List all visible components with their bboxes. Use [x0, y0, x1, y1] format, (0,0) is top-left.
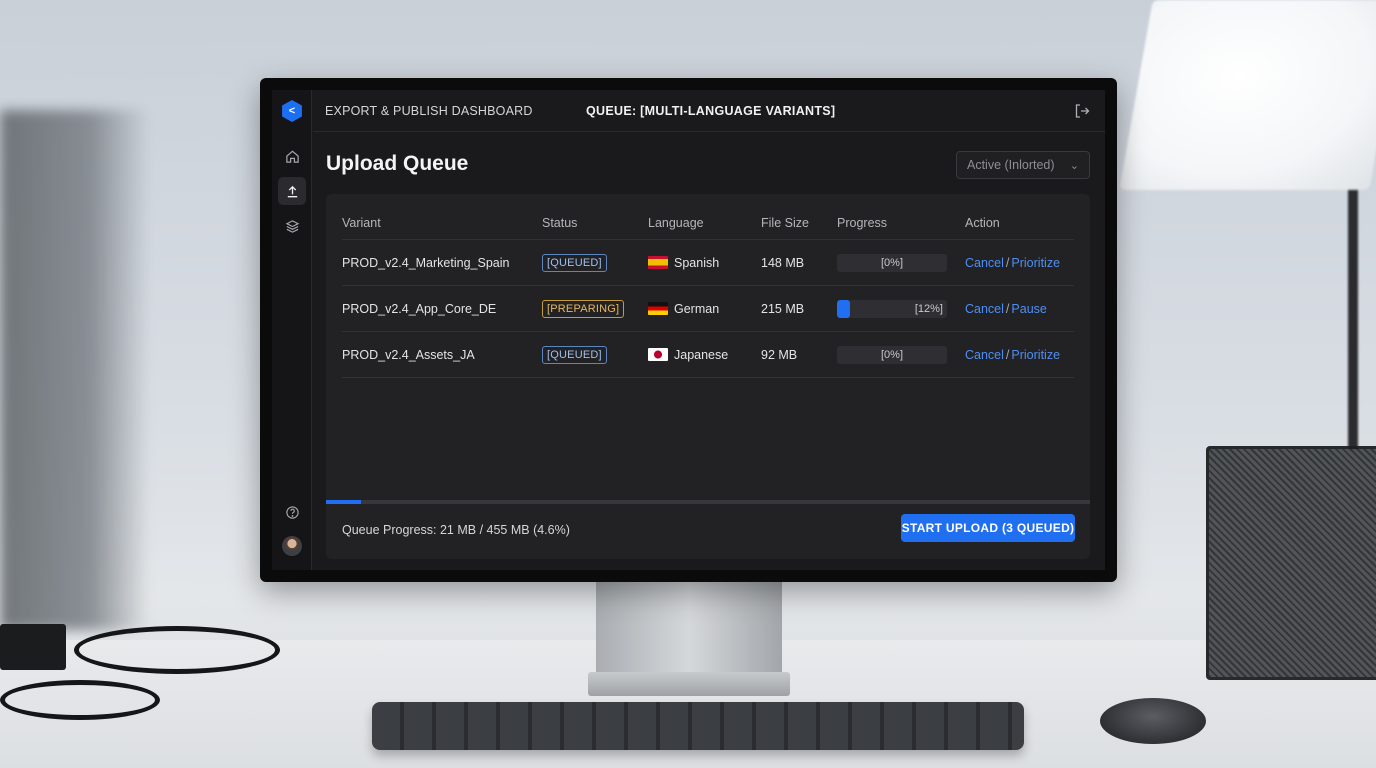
table-row: PROD_v2.4_Assets_JA [QUEUED] Japanese 92… — [342, 332, 1074, 378]
upload-icon — [287, 185, 297, 197]
status-badge: [QUEUED] — [542, 345, 607, 364]
cable-coil-2 — [0, 680, 160, 720]
background-blur-shelf — [0, 110, 150, 630]
usb-hub — [0, 624, 66, 670]
sidebar-item-layers[interactable] — [278, 212, 306, 240]
cancel-link[interactable]: Cancel — [965, 302, 1004, 316]
table-header: Variant Status Language File Size Progre… — [342, 206, 1074, 240]
progress-label: [12%] — [914, 302, 943, 315]
sidebar: < — [272, 90, 312, 570]
progress-label: [0%] — [880, 256, 903, 269]
upload-queue-panel: Variant Status Language File Size Progre… — [326, 194, 1090, 559]
germany-flag-icon — [648, 302, 668, 315]
action-separator: / — [1005, 255, 1010, 270]
monitor-stand-base — [588, 672, 790, 696]
language-label: Japanese — [674, 347, 729, 362]
prioritize-link[interactable]: Prioritize — [1011, 348, 1060, 362]
cancel-link[interactable]: Cancel — [965, 348, 1004, 362]
file-size: 92 MB — [761, 347, 798, 362]
table-row: PROD_v2.4_App_Core_DE [PREPARING] German… — [342, 286, 1074, 332]
desk-organizer — [1206, 446, 1376, 680]
column-header-language: Language — [648, 215, 704, 230]
column-header-progress: Progress — [837, 215, 888, 230]
cable-coil — [74, 626, 280, 674]
column-header-file-size: File Size — [761, 215, 809, 230]
queue-progress-text: Queue Progress: 21 MB / 455 MB (4.6%) — [342, 523, 570, 537]
filter-selected-value: Active (Inlorted) — [967, 158, 1055, 172]
app-window: < EXPORT & PUBLISH DASHBOARD QUEUE: [MUL… — [272, 90, 1105, 570]
monitor-stand — [596, 580, 782, 680]
start-upload-button[interactable]: START UPLOAD (3 QUEUED) — [901, 514, 1075, 542]
help-icon — [285, 505, 299, 519]
japan-flag-icon — [648, 348, 668, 361]
pause-link[interactable]: Pause — [1011, 302, 1046, 316]
monitor: < EXPORT & PUBLISH DASHBOARD QUEUE: [MUL… — [260, 78, 1117, 582]
variant-name: PROD_v2.4_Assets_JA — [342, 347, 475, 362]
softbox-light — [1119, 0, 1376, 190]
progress-bar: [0%] — [837, 345, 947, 364]
variant-name: PROD_v2.4_App_Core_DE — [342, 301, 497, 316]
light-stand — [1348, 190, 1358, 450]
help-button[interactable] — [278, 498, 306, 526]
action-separator: / — [1005, 347, 1010, 362]
column-header-action: Action — [965, 215, 1000, 230]
variant-name: PROD_v2.4_Marketing_Spain — [342, 255, 510, 270]
home-icon — [285, 150, 299, 163]
logout-icon[interactable] — [1073, 102, 1091, 120]
progress-bar: [0%] — [837, 253, 947, 272]
queue-title: QUEUE: [MULTI-LANGUAGE VARIANTS] — [586, 104, 836, 118]
file-size: 215 MB — [761, 301, 805, 316]
cancel-link[interactable]: Cancel — [965, 256, 1004, 270]
layers-icon — [285, 219, 299, 233]
action-separator: / — [1005, 301, 1010, 316]
prioritize-link[interactable]: Prioritize — [1011, 256, 1060, 270]
column-header-status: Status — [542, 215, 578, 230]
language-label: Spanish — [674, 255, 720, 270]
status-filter-dropdown[interactable]: Active (Inlorted) ⌄ — [956, 151, 1090, 179]
progress-bar: [12%] — [837, 299, 947, 318]
avatar[interactable] — [282, 536, 302, 556]
progress-label: [0%] — [880, 348, 903, 361]
sidebar-item-home[interactable] — [278, 142, 306, 170]
status-badge: [PREPARING] — [542, 299, 625, 318]
mouse — [1100, 698, 1206, 744]
app-title: EXPORT & PUBLISH DASHBOARD — [325, 104, 533, 118]
top-bar: EXPORT & PUBLISH DASHBOARD QUEUE: [MULTI… — [313, 90, 1105, 132]
sidebar-item-upload[interactable] — [278, 177, 306, 205]
queue-progress-fill — [326, 500, 362, 504]
language-label: German — [674, 301, 720, 316]
app-logo-icon: < — [282, 100, 302, 122]
column-header-variant: Variant — [342, 215, 381, 230]
file-size: 148 MB — [761, 255, 805, 270]
table-row: PROD_v2.4_Marketing_Spain [QUEUED] Spani… — [342, 240, 1074, 286]
page-title: Upload Queue — [326, 152, 469, 175]
keyboard — [372, 702, 1024, 750]
queue-progress-bar — [326, 500, 1090, 504]
chevron-down-icon: ⌄ — [1069, 160, 1079, 172]
spain-flag-icon — [648, 256, 668, 269]
status-badge: [QUEUED] — [542, 253, 607, 272]
